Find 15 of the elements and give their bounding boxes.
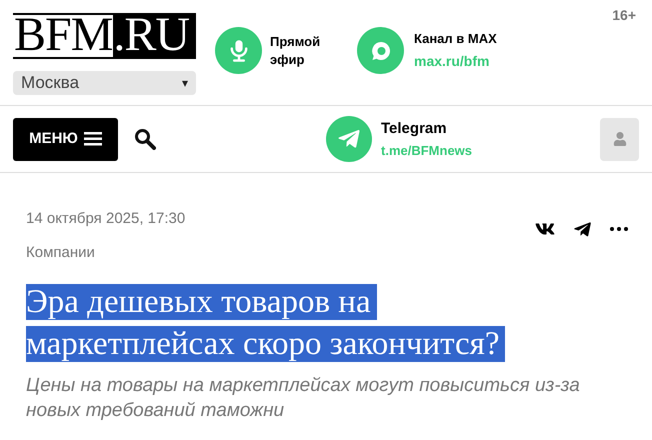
search-icon[interactable] [134, 128, 156, 150]
paper-plane-icon[interactable] [573, 220, 592, 238]
user-icon [612, 132, 626, 146]
age-rating: 16+ [612, 6, 636, 25]
logo[interactable]: BFM.RU [13, 13, 196, 59]
category-link[interactable]: Компании [26, 242, 626, 264]
article-date: 14 октября 2025, 17:30 [26, 208, 186, 229]
menu-button[interactable]: МЕНЮ [13, 118, 118, 160]
article-subtitle: Цены на товары на маркетплейсах могут повыситься из-за новых требований таможни [26, 374, 581, 422]
live-link[interactable]: Прямой эфир [270, 32, 330, 68]
city-select[interactable]: Москва ▾ [13, 71, 196, 95]
channel-title: Канал в MAX [414, 30, 497, 48]
telegram-title: Telegram [381, 119, 448, 139]
menu-icon [84, 132, 102, 146]
more-icon[interactable] [610, 227, 628, 231]
